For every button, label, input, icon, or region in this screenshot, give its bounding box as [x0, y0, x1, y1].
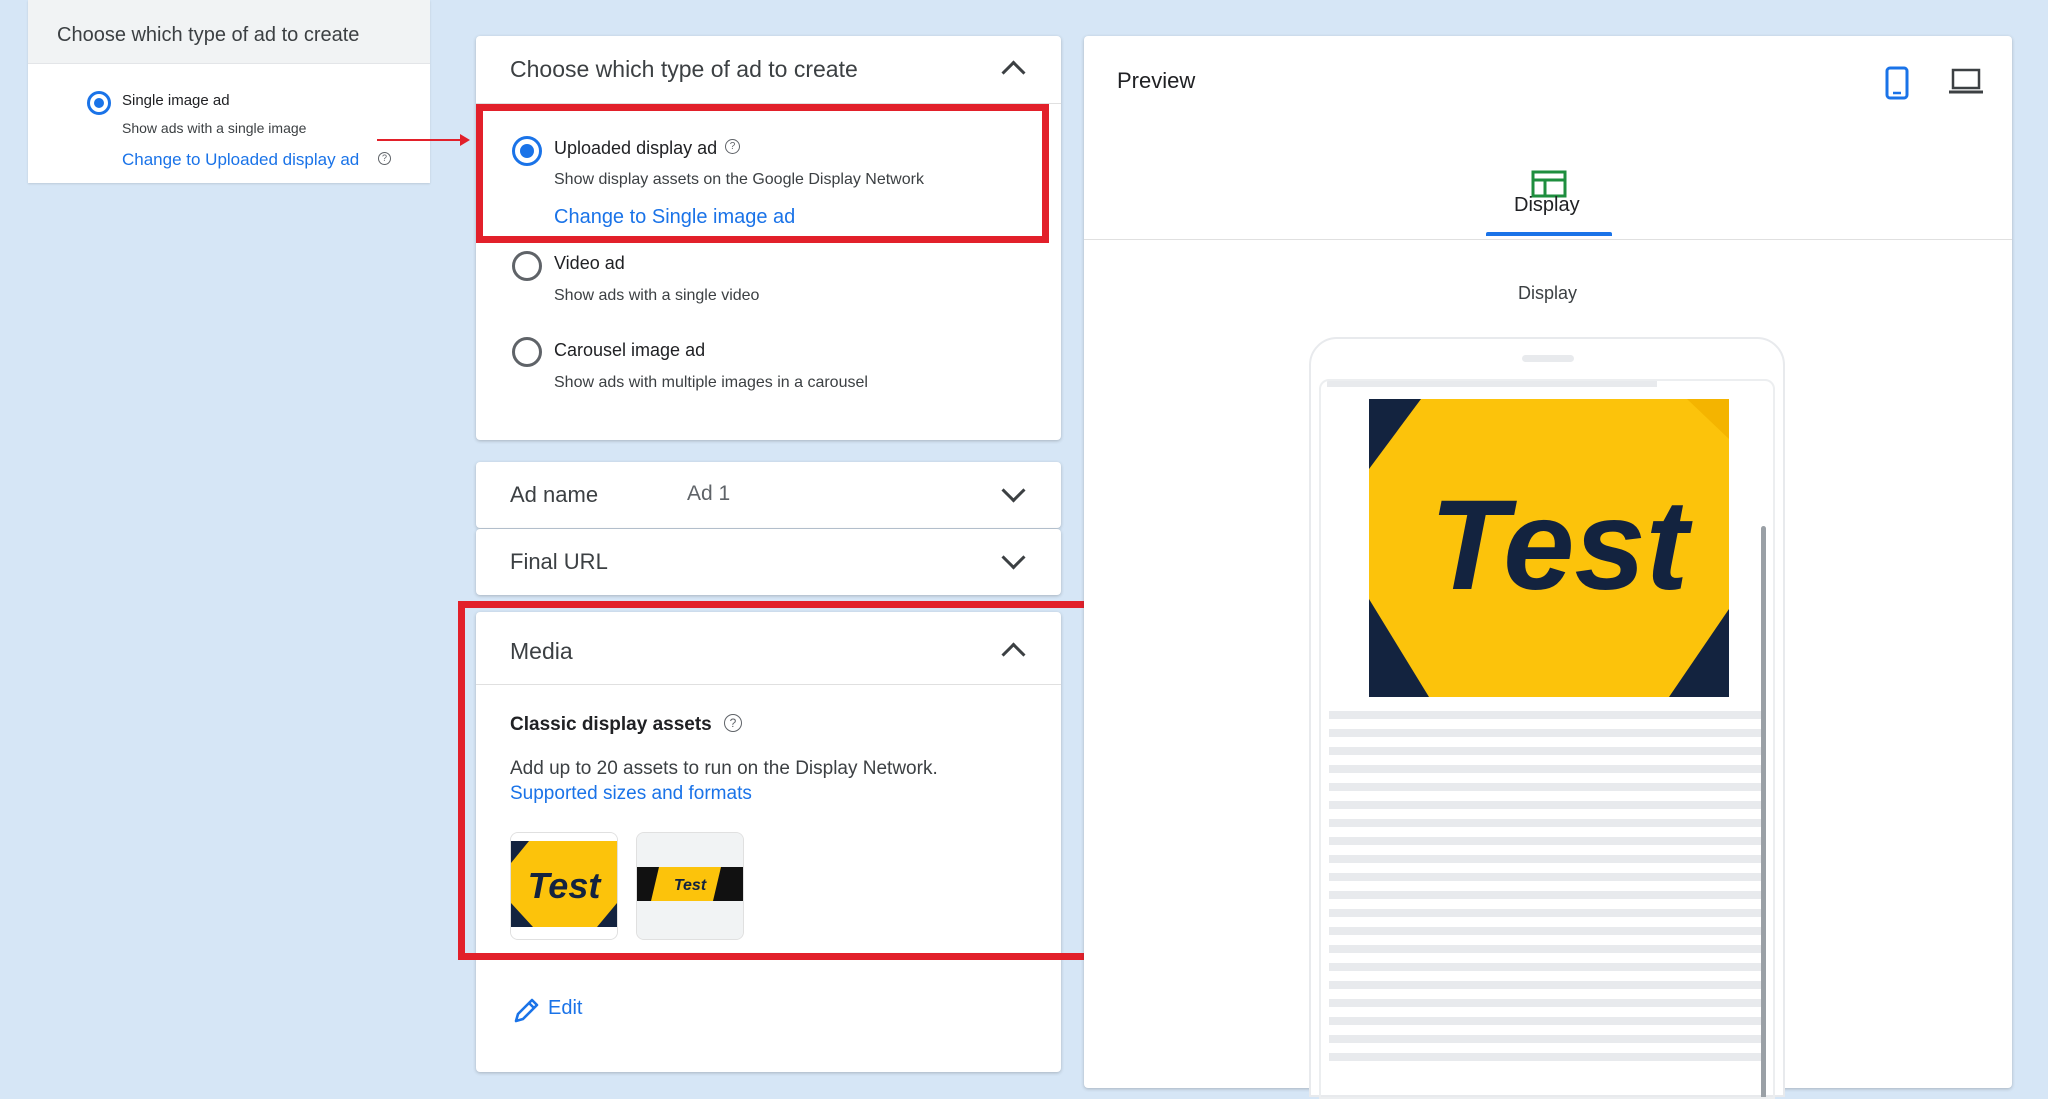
- ad-type-title: Choose which type of ad to create: [510, 56, 858, 82]
- desktop-icon[interactable]: [1949, 68, 1983, 96]
- tab-display-label: Display: [1514, 194, 1580, 216]
- chevron-up-icon[interactable]: [1001, 60, 1026, 85]
- phone-screen: Test: [1319, 379, 1775, 1099]
- help-icon[interactable]: ?: [378, 152, 391, 165]
- chevron-down-icon[interactable]: [1001, 545, 1026, 570]
- edit-button[interactable]: Edit: [548, 997, 582, 1020]
- ad-name-value: Ad 1: [687, 482, 731, 505]
- radio-carousel-image-ad[interactable]: [512, 337, 542, 367]
- mobile-device-icon[interactable]: [1885, 66, 1909, 100]
- phone-scrollbar[interactable]: [1761, 526, 1766, 1097]
- inset-ad-type-card: Choose which type of ad to create Single…: [28, 0, 430, 183]
- inset-option-subtitle: Show ads with a single image: [122, 120, 307, 136]
- final-url-label: Final URL: [510, 549, 608, 574]
- preview-title: Preview: [1117, 68, 1196, 93]
- inset-header: Choose which type of ad to create: [28, 0, 430, 64]
- phone-speaker: [1522, 355, 1574, 362]
- annotation-arrow-head: [460, 134, 470, 146]
- ad-preview-image: Test: [1369, 399, 1729, 697]
- final-url-row[interactable]: Final URL: [476, 529, 1061, 595]
- pencil-icon[interactable]: [512, 995, 542, 1025]
- chevron-down-icon[interactable]: [1001, 478, 1026, 503]
- preview-panel: Preview Display Display Test: [1084, 36, 2012, 1099]
- highlight-box-media: [458, 601, 1094, 960]
- inset-option-title: Single image ad: [122, 92, 230, 109]
- tab-active-indicator: [1486, 232, 1612, 236]
- inset-change-link[interactable]: Change to Uploaded display ad: [122, 150, 359, 170]
- option-title: Carousel image ad: [554, 340, 706, 360]
- annotation-arrow-line: [377, 139, 464, 141]
- ad-preview-text: Test: [1430, 474, 1693, 617]
- option-subtitle: Show ads with a single video: [554, 287, 760, 304]
- ad-name-label: Ad name: [510, 482, 599, 507]
- preview-caption: Display: [1518, 283, 1578, 303]
- option-title: Video ad: [554, 253, 625, 273]
- radio-video-ad[interactable]: [512, 251, 542, 281]
- placeholder-text-lines: [1329, 711, 1761, 1071]
- phone-mockup: Test: [1309, 337, 1785, 1099]
- phone-status-bar: [1327, 381, 1657, 387]
- ad-type-header[interactable]: Choose which type of ad to create: [476, 36, 1061, 104]
- inset-single-image-radio[interactable]: [87, 91, 111, 115]
- option-subtitle: Show ads with multiple images in a carou…: [554, 374, 868, 391]
- highlight-box-ad-type: [476, 104, 1049, 243]
- tab-display[interactable]: [1486, 124, 1614, 238]
- ad-name-row[interactable]: Ad name Ad 1: [476, 462, 1061, 528]
